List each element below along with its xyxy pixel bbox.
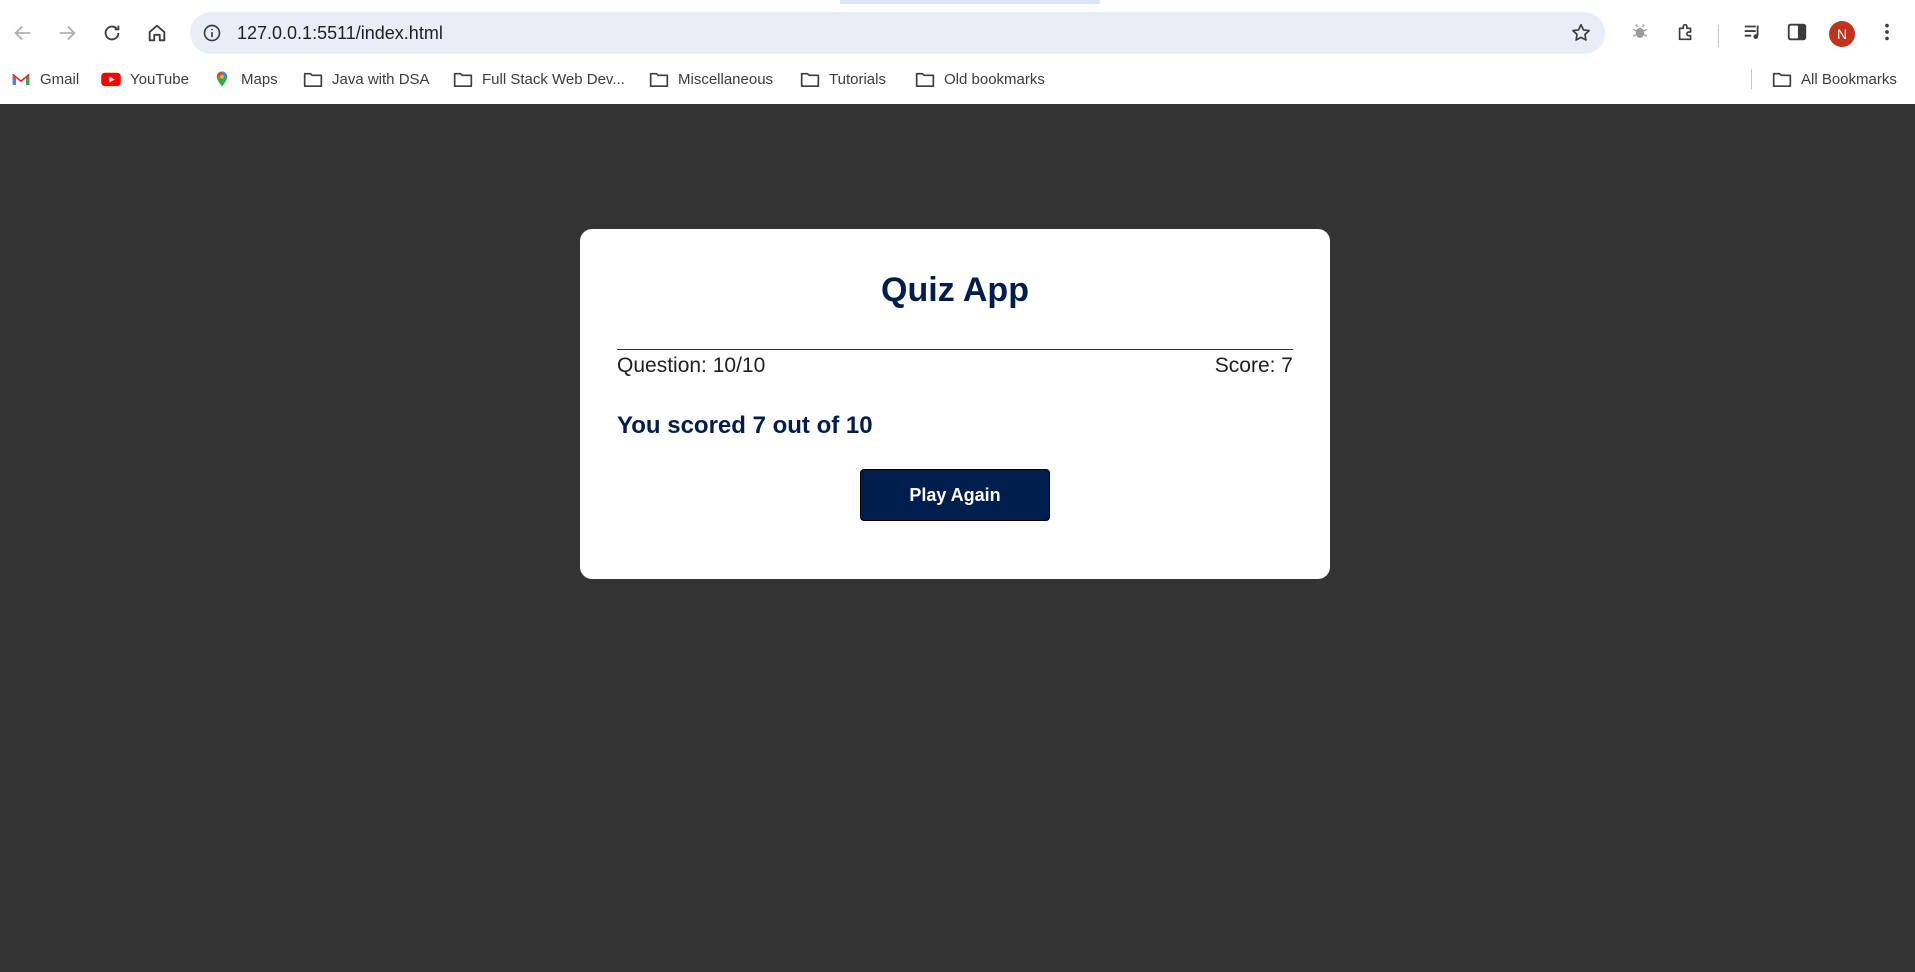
more-menu-icon[interactable] [1872,17,1902,47]
bookmark-label: YouTube [130,70,189,88]
url-text[interactable]: 127.0.0.1:5511/index.html [237,12,443,54]
bookmark-label: Tutorials [829,70,886,88]
reload-button[interactable] [92,13,132,53]
forward-arrow-icon [59,25,76,41]
folder-icon [914,69,936,89]
page-content: Quiz App Question: 10/10 Score: 7 You sc… [0,104,1915,972]
browser-toolbar: 127.0.0.1:5511/index.html N [0,4,1915,61]
play-again-button[interactable]: Play Again [860,469,1050,521]
bookmark-star-icon[interactable] [1569,21,1593,45]
youtube-icon [100,69,122,89]
profile-avatar[interactable]: N [1829,21,1855,47]
bookmark-maps[interactable]: Maps [211,61,278,97]
result-message: You scored 7 out of 10 [617,412,873,439]
bookmark-folder-tutorials[interactable]: Tutorials [799,61,886,97]
header-divider [617,349,1293,350]
extensions-puzzle-icon[interactable] [1671,17,1701,47]
bookmark-folder-miscellaneous[interactable]: Miscellaneous [648,61,773,97]
all-bookmarks-label: All Bookmarks [1801,70,1897,88]
folder-icon [799,69,821,89]
address-bar[interactable]: 127.0.0.1:5511/index.html [190,12,1605,54]
media-controls-icon[interactable] [1738,17,1768,47]
reload-icon [104,25,120,41]
bookmarks-bar: Gmail YouTube Maps Java with DSA Full St… [0,61,1915,104]
all-bookmarks-button[interactable]: All Bookmarks [1771,61,1897,97]
bookmark-gmail[interactable]: Gmail [10,61,79,97]
gmail-icon [10,69,32,89]
back-arrow-icon [14,25,31,41]
home-icon [148,24,166,42]
bug-extension-icon[interactable] [1625,17,1655,47]
folder-icon [302,69,324,89]
bookmark-folder-full-stack[interactable]: Full Stack Web Dev... [452,61,625,97]
back-button[interactable] [3,13,43,53]
bookmarks-divider [1751,69,1752,89]
home-button[interactable] [137,13,177,53]
bookmark-label: Java with DSA [332,70,430,88]
score-display: Score: 7 [1214,354,1293,377]
quiz-card: Quiz App Question: 10/10 Score: 7 You sc… [580,229,1330,579]
bookmark-folder-java-with-dsa[interactable]: Java with DSA [302,61,430,97]
site-info-icon[interactable] [200,21,224,45]
bookmark-label: Gmail [40,70,80,88]
bookmark-label: Maps [241,70,278,88]
bookmark-label: Miscellaneous [678,70,774,88]
bookmark-youtube[interactable]: YouTube [100,61,189,97]
folder-icon [1771,69,1793,89]
maps-icon [211,69,233,89]
toolbar-divider [1718,25,1719,47]
bookmark-label: Full Stack Web Dev... [482,70,625,88]
question-counter: Question: 10/10 [617,354,766,377]
folder-icon [452,69,474,89]
side-panel-icon[interactable] [1782,17,1812,47]
bookmark-label: Old bookmarks [944,70,1045,88]
quiz-title: Quiz App [881,271,1029,309]
bookmark-folder-old-bookmarks[interactable]: Old bookmarks [914,61,1045,97]
folder-icon [648,69,670,89]
forward-button[interactable] [47,13,87,53]
